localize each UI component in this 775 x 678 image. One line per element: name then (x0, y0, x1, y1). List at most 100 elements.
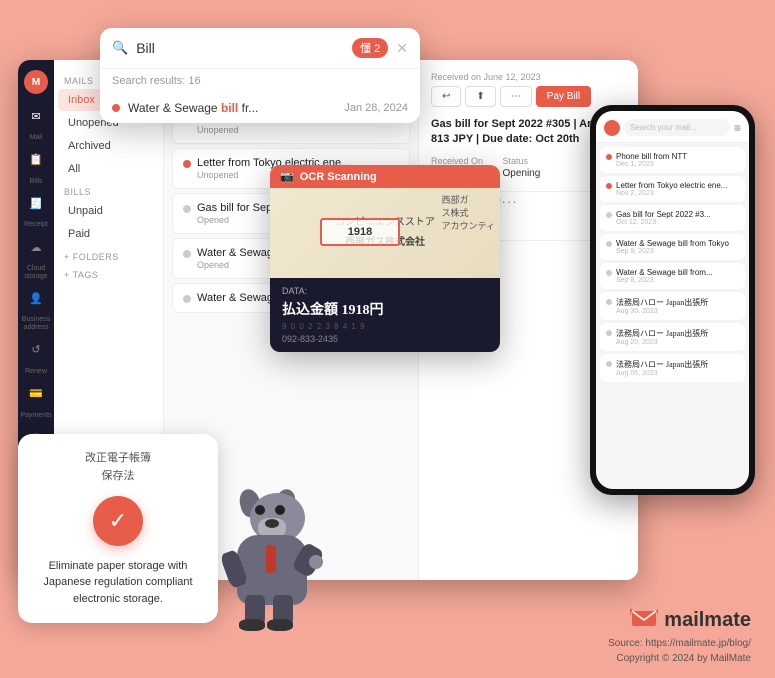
detail-received-header: Received on June 12, 2023 (431, 72, 626, 82)
ocr-side-text: 西部ガス株式アカウンティ (442, 193, 495, 232)
mobile-mail-info-7: 法務局ハロー Japan出張所 Aug 05, 2023 (616, 359, 739, 377)
mobile-mail-date-1: Nov 2, 2023 (616, 190, 739, 197)
search-result-date-0: Jan 28, 2024 (344, 102, 408, 114)
branding: mailmate Source: https://mailmate.jp/blo… (608, 607, 751, 666)
mail-dot-2 (183, 205, 191, 213)
ocr-popup: 📷 OCR Scanning コンビニエンスストア 西部ガス株式会社 1918 … (270, 165, 500, 352)
search-highlight: bill (221, 101, 238, 115)
mobile-menu-icon[interactable]: ≡ (734, 121, 741, 135)
dog-foot-right (267, 619, 293, 631)
mobile-mail-date-6: Aug 20, 2023 (616, 339, 739, 346)
mobile-mail-dot-7 (606, 361, 612, 367)
dog-tie (266, 545, 276, 573)
mobile-mail-date-3: Sep 9, 2023 (616, 248, 739, 255)
mobile-mail-dot-2 (606, 212, 612, 218)
search-result-dot-0 (112, 104, 120, 112)
sidebar-icon-payments[interactable]: 💳 (24, 382, 48, 406)
pay-bill-btn[interactable]: Pay Bill (536, 86, 591, 107)
ocr-camera-icon: 📷 (280, 170, 294, 183)
detail-actions: ↩ ⬆ ⋯ Pay Bill (431, 86, 626, 107)
mobile-search-bar[interactable]: Search your mail... (624, 119, 730, 136)
mobile-mail-title-5: 法務局ハロー Japan出張所 (616, 297, 739, 308)
mobile-mail-date-0: Dec 1, 2023 (616, 161, 739, 168)
detail-forward-btn[interactable]: ⬆ (465, 86, 495, 107)
search-result-item-0[interactable]: Water & Sewage bill fr... Jan 28, 2024 (100, 93, 420, 123)
dog-nose (265, 519, 279, 528)
sidebar-label-bills: Bills (30, 178, 43, 186)
mobile-phone: Search your mail... ≡ Phone bill from NT… (590, 105, 755, 495)
search-results-count: Search results: 16 (100, 69, 420, 93)
sidebar-label-payments: Payments (20, 412, 51, 420)
mobile-mail-info-0: Phone bill from NTT Dec 1, 2023 (616, 152, 739, 168)
mobile-mail-date-4: Sep 8, 2023 (616, 277, 739, 284)
sidebar-icon-renew[interactable]: ↺ (24, 338, 48, 362)
nav-item-paid[interactable]: Paid (58, 223, 159, 245)
mobile-mail-dot-5 (606, 299, 612, 305)
search-bar: 🔍 懂 2 ✕ (100, 28, 420, 69)
ocr-phone: 092-833-2435 (282, 334, 488, 344)
mobile-mail-info-2: Gas bill for Sept 2022 #3... Oct 12, 202… (616, 210, 739, 226)
mobile-mail-item-0[interactable]: Phone bill from NTT Dec 1, 2023 (600, 147, 745, 173)
mobile-mail-list: Phone bill from NTT Dec 1, 2023 Letter f… (596, 143, 749, 489)
sidebar-icon-bills[interactable]: 📋 (24, 148, 48, 172)
detail-status-label: Status (503, 156, 541, 166)
mail-dot-1 (183, 160, 191, 168)
nav-section-tags[interactable]: + TAGS (54, 264, 163, 282)
nav-item-all[interactable]: All (58, 158, 159, 180)
mobile-mail-item-3[interactable]: Water & Sewage bill from Tokyo Sep 9, 20… (600, 234, 745, 260)
detail-status-field: Status Opening (503, 156, 541, 179)
detail-more-btn[interactable]: ⋯ (500, 86, 532, 107)
mobile-avatar (604, 120, 620, 136)
nav-section-bills: BILLS (54, 181, 163, 199)
sidebar-label-renew: Renew (25, 368, 47, 376)
dog-eye-left (255, 505, 265, 515)
mobile-mail-date-2: Oct 12, 2023 (616, 219, 739, 226)
sidebar-avatar[interactable]: M (24, 70, 48, 94)
nav-section-folders[interactable]: + FOLDERS (54, 246, 163, 264)
mobile-mail-title-2: Gas bill for Sept 2022 #3... (616, 210, 739, 219)
mobile-mail-item-7[interactable]: 法務局ハロー Japan出張所 Aug 05, 2023 (600, 354, 745, 382)
mobile-mail-info-3: Water & Sewage bill from Tokyo Sep 9, 20… (616, 239, 739, 255)
ocr-image-area: コンビニエンスストア 西部ガス株式会社 1918 西部ガス株式アカウンティ (270, 188, 500, 278)
brand-source-line2: Copyright © 2024 by MailMate (608, 651, 751, 666)
search-close-icon[interactable]: ✕ (396, 40, 408, 57)
sidebar-icon-receipt[interactable]: 🧾 (24, 191, 48, 215)
sidebar-label-receipt: Receipt (24, 221, 48, 229)
search-input[interactable] (136, 40, 344, 56)
ocr-amount-scan: 1918 (348, 226, 372, 238)
mobile-mail-item-1[interactable]: Letter from Tokyo electric ene... Nov 2,… (600, 176, 745, 202)
mobile-mail-dot-1 (606, 183, 612, 189)
mobile-mail-dot-6 (606, 330, 612, 336)
bottom-card-check: ✓ (93, 496, 143, 546)
detail-reply-btn[interactable]: ↩ (431, 86, 461, 107)
sidebar-icon-cloud[interactable]: ☁ (24, 235, 48, 259)
bottom-card-description: Eliminate paper storage with Japanese re… (34, 558, 202, 608)
mobile-mail-dot-4 (606, 270, 612, 276)
mobile-mail-dot-3 (606, 241, 612, 247)
sidebar-icon-business[interactable]: 👤 (24, 286, 48, 310)
mobile-mail-item-2[interactable]: Gas bill for Sept 2022 #3... Oct 12, 202… (600, 205, 745, 231)
ocr-data-area: DATA: 払込金額 1918円 9 0 0 2 2 3 8 4 1 9 092… (270, 278, 500, 352)
search-popup: 🔍 懂 2 ✕ Search results: 16 Water & Sewag… (100, 28, 420, 123)
sidebar-icon-mail[interactable]: ✉ (24, 104, 48, 128)
ocr-scan-box: 1918 (320, 218, 400, 246)
mobile-mail-title-7: 法務局ハロー Japan出張所 (616, 359, 739, 370)
sidebar-label-mail: Mail (30, 134, 43, 142)
mailmate-logo-icon (630, 607, 658, 633)
dog-foot-left (239, 619, 265, 631)
mobile-mail-item-4[interactable]: Water & Sewage bill from... Sep 8, 2023 (600, 263, 745, 289)
mobile-mail-item-6[interactable]: 法務局ハロー Japan出張所 Aug 20, 2023 (600, 323, 745, 351)
mobile-mail-item-5[interactable]: 法務局ハロー Japan出張所 Aug 30, 2023 (600, 292, 745, 320)
mail-dot-3 (183, 250, 191, 258)
brand-logo-row: mailmate (608, 607, 751, 633)
bottom-card: 改正電子帳簿保存法 ✓ Eliminate paper storage with… (18, 434, 218, 623)
mobile-mail-date-7: Aug 05, 2023 (616, 370, 739, 377)
mail-dot-4 (183, 295, 191, 303)
mail-status-0: Unopened (197, 125, 399, 135)
search-badge: 懂 2 (352, 38, 388, 58)
mobile-mail-title-0: Phone bill from NTT (616, 152, 739, 161)
nav-item-archived[interactable]: Archived (58, 135, 159, 157)
dog-hand-right (309, 555, 323, 569)
nav-item-unpaid[interactable]: Unpaid (58, 200, 159, 222)
ocr-header-label: OCR Scanning (300, 171, 377, 183)
